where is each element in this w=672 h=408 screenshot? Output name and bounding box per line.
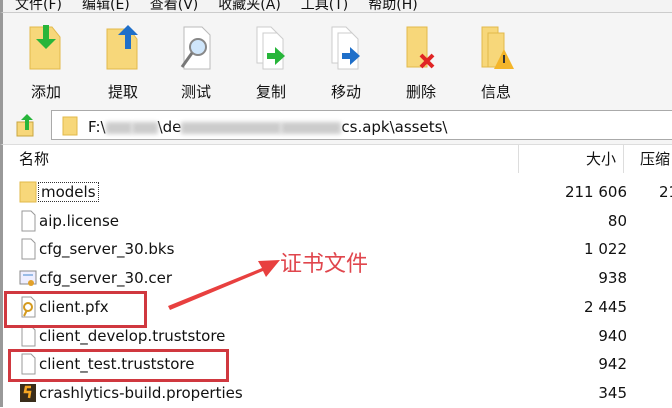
annotation-arrow xyxy=(168,260,280,310)
annotation-text: 证书文件 xyxy=(280,252,369,277)
